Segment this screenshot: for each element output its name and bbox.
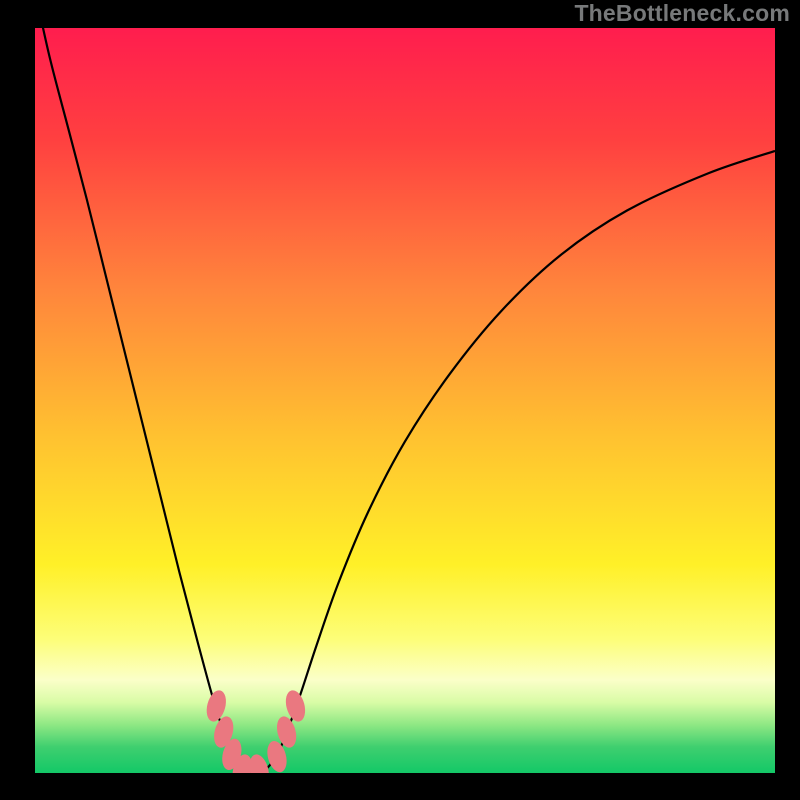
bottleneck-chart: [0, 0, 800, 800]
plot-background: [35, 28, 775, 773]
watermark-text: TheBottleneck.com: [574, 0, 790, 27]
chart-frame: { "watermark": "TheBottleneck.com", "cha…: [0, 0, 800, 800]
